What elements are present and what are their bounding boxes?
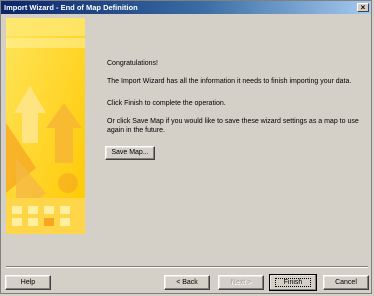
footer-divider xyxy=(6,266,368,268)
banner-artwork xyxy=(6,18,85,234)
info-text: The Import Wizard has all the informatio… xyxy=(107,78,352,85)
save-map-button[interactable]: Save Map... xyxy=(105,146,155,160)
finish-label: Finish xyxy=(274,278,312,287)
close-button[interactable]: × xyxy=(357,3,369,12)
back-label: < Back xyxy=(176,279,198,286)
finish-hint-text: Click Finish to complete the operation. xyxy=(107,100,226,107)
close-icon: × xyxy=(360,3,366,12)
cancel-button[interactable]: Cancel xyxy=(323,275,369,290)
wizard-banner-image xyxy=(6,18,85,234)
back-button[interactable]: < Back xyxy=(164,275,210,290)
save-map-label: Save Map... xyxy=(111,149,149,156)
help-label: Help xyxy=(20,279,36,286)
cancel-label: Cancel xyxy=(335,279,357,286)
congratulations-text: Congratulations! xyxy=(107,60,158,67)
window-title: Import Wizard - End of Map Definition xyxy=(4,3,138,12)
finish-button[interactable]: Finish xyxy=(269,274,317,291)
save-hint-text: Or click Save Map if you would like to s… xyxy=(107,118,359,134)
help-button[interactable]: Help xyxy=(5,275,51,290)
title-bar[interactable]: Import Wizard - End of Map Definition × xyxy=(1,1,371,14)
import-wizard-dialog: Import Wizard - End of Map Definition × xyxy=(0,0,372,294)
next-label: Next > xyxy=(230,279,252,286)
next-button[interactable]: Next > xyxy=(218,275,264,290)
